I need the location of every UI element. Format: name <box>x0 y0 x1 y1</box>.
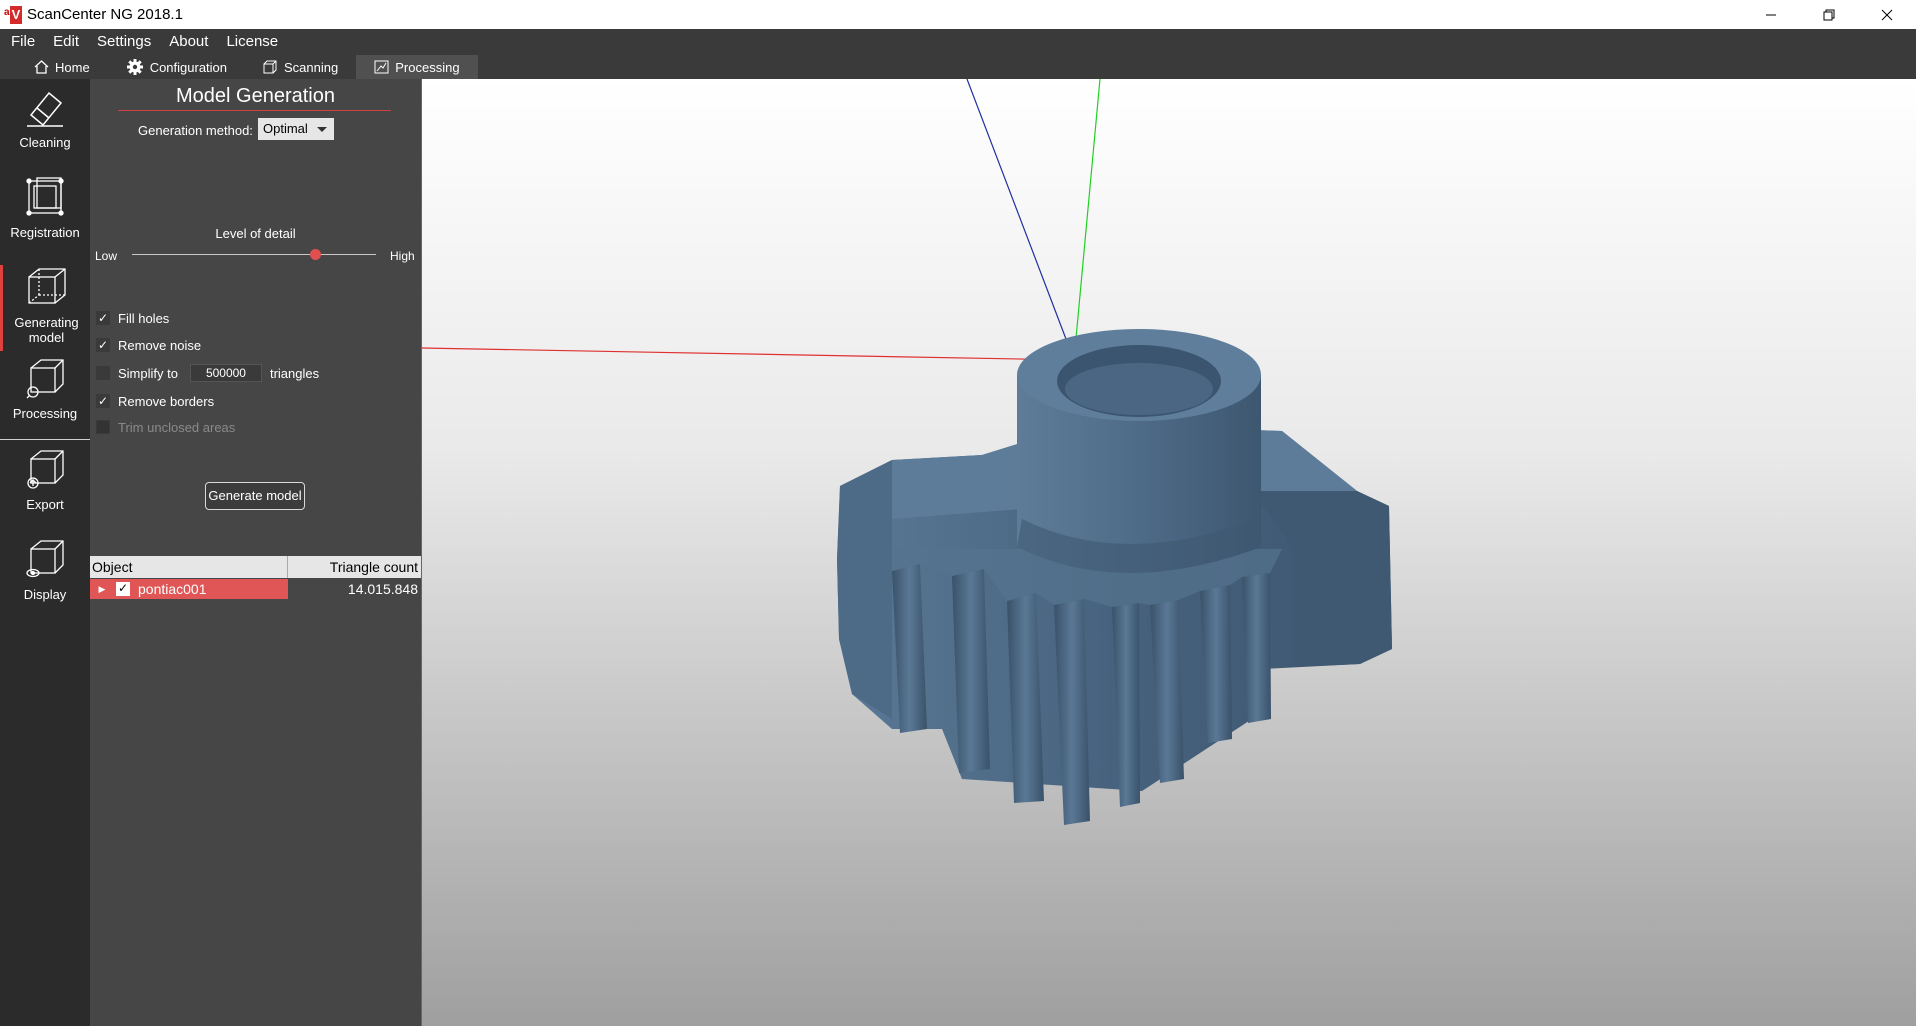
trim-unclosed-option: Trim unclosed areas <box>96 417 235 437</box>
lod-low-label: Low <box>95 249 118 263</box>
restore-button[interactable] <box>1800 0 1858 29</box>
expand-arrow-icon[interactable]: ▶ <box>94 584 110 595</box>
close-icon <box>1881 9 1893 20</box>
remove-borders-label: Remove borders <box>118 393 215 409</box>
lod-high-label: High <box>390 249 415 263</box>
remove-borders-checkbox[interactable]: ✓ <box>96 394 110 408</box>
restore-icon <box>1823 9 1835 20</box>
x-axis-line <box>422 347 1075 361</box>
tool-sidebar: Cleaning Registration Generating model P… <box>0 79 90 1026</box>
window-controls <box>1742 0 1916 29</box>
menu-about[interactable]: About <box>169 33 208 50</box>
y-axis-line <box>1073 79 1101 361</box>
3d-viewport[interactable] <box>421 79 1916 1026</box>
tab-configuration[interactable]: Configuration <box>108 55 245 79</box>
simplify-triangles-label: triangles <box>269 365 320 381</box>
sidebar-label-generating-line1: Generating <box>14 315 79 330</box>
app-logo-icon: a V <box>4 5 22 24</box>
sidebar-item-processing[interactable]: Processing <box>0 356 90 421</box>
sidebar-label-cleaning: Cleaning <box>19 135 71 150</box>
sidebar-label-display: Display <box>23 587 67 602</box>
z-axis-line <box>966 79 1075 361</box>
minimize-icon <box>1766 14 1776 15</box>
sidebar-item-display[interactable]: Display <box>0 537 90 602</box>
3d-scene <box>422 79 1392 825</box>
tab-bar: Home Configuration Scanning Processing <box>0 53 1916 79</box>
remove-noise-label: Remove noise <box>118 337 202 353</box>
object-table: Object Triangle count ▶ ✓ pontiac001 14.… <box>90 556 421 600</box>
object-visibility-checkbox[interactable]: ✓ <box>116 582 130 596</box>
model-generation-panel: Model Generation Generation method: Opti… <box>90 79 421 1026</box>
minimize-button[interactable] <box>1742 0 1800 29</box>
remove-borders-option[interactable]: ✓ Remove borders <box>96 391 214 411</box>
gear-model <box>837 329 1392 825</box>
menu-bar: File Edit Settings About License <box>0 29 1916 53</box>
object-name-cell[interactable]: ▶ ✓ pontiac001 <box>90 579 288 599</box>
gear-icon <box>126 59 143 75</box>
generation-method-label: Generation method: <box>138 123 253 138</box>
processing-cube-icon <box>26 359 64 399</box>
remove-noise-checkbox[interactable]: ✓ <box>96 338 110 352</box>
tab-scanning-label: Scanning <box>284 59 339 75</box>
level-of-detail-label: Level of detail <box>215 226 296 241</box>
sidebar-label-generating-line2: model <box>28 330 65 345</box>
panel-title-divider <box>118 110 391 111</box>
sidebar-item-registration[interactable]: Registration <box>0 175 90 240</box>
processing-icon <box>374 60 389 74</box>
generate-model-button[interactable]: Generate model <box>205 482 305 510</box>
tab-configuration-label: Configuration <box>149 59 228 75</box>
sidebar-label-registration: Registration <box>10 225 80 240</box>
column-header-triangle-count[interactable]: Triangle count <box>288 556 421 578</box>
trim-unclosed-label: Trim unclosed areas <box>118 419 236 435</box>
tab-processing[interactable]: Processing <box>356 55 478 79</box>
scan-icon <box>263 60 277 74</box>
generation-method-value: Optimal <box>263 121 308 136</box>
tab-home-label: Home <box>55 59 90 75</box>
home-icon <box>34 60 49 74</box>
menu-file[interactable]: File <box>11 33 35 50</box>
tab-processing-label: Processing <box>395 59 460 75</box>
cube-icon <box>27 268 66 304</box>
title-bar: a V ScanCenter NG 2018.1 <box>0 0 1916 29</box>
close-button[interactable] <box>1858 0 1916 29</box>
level-of-detail-slider-thumb[interactable] <box>309 249 321 260</box>
registration-icon <box>26 177 64 216</box>
menu-license[interactable]: License <box>226 33 278 50</box>
simplify-option[interactable]: Simplify to 500000 triangles <box>96 363 319 383</box>
triangle-count-value: 14.015.848 <box>347 581 418 597</box>
fill-holes-option[interactable]: ✓ Fill holes <box>96 308 169 328</box>
chevron-down-icon <box>317 127 327 132</box>
panel-title: Model Generation <box>176 85 335 107</box>
display-cube-icon <box>26 540 64 578</box>
tab-scanning[interactable]: Scanning <box>245 55 356 79</box>
sidebar-divider <box>0 439 90 440</box>
sidebar-label-processing: Processing <box>12 406 78 421</box>
generation-method-select[interactable]: Optimal <box>258 118 334 140</box>
remove-noise-option[interactable]: ✓ Remove noise <box>96 335 201 355</box>
menu-edit[interactable]: Edit <box>53 33 79 50</box>
table-row[interactable]: ▶ ✓ pontiac001 14.015.848 <box>90 578 421 600</box>
simplify-triangles-input[interactable]: 500000 <box>189 364 262 382</box>
trim-unclosed-checkbox <box>96 420 110 434</box>
simplify-label: Simplify to <box>118 365 178 381</box>
sidebar-item-export[interactable]: Export <box>0 447 90 512</box>
export-cube-icon <box>27 450 64 489</box>
sidebar-label-export: Export <box>26 497 64 512</box>
eraser-icon <box>27 91 63 127</box>
simplify-checkbox[interactable] <box>96 366 110 380</box>
level-of-detail-slider[interactable] <box>132 254 376 255</box>
tab-home[interactable]: Home <box>16 55 108 79</box>
column-header-object[interactable]: Object <box>90 556 288 578</box>
object-name: pontiac001 <box>138 581 207 597</box>
menu-settings[interactable]: Settings <box>97 33 151 50</box>
object-table-header: Object Triangle count <box>90 556 421 578</box>
fill-holes-label: Fill holes <box>118 310 170 326</box>
sidebar-item-cleaning[interactable]: Cleaning <box>0 85 90 150</box>
fill-holes-checkbox[interactable]: ✓ <box>96 311 110 325</box>
sidebar-item-generating-model[interactable]: Generating model <box>0 265 90 351</box>
window-title: ScanCenter NG 2018.1 <box>27 6 183 23</box>
